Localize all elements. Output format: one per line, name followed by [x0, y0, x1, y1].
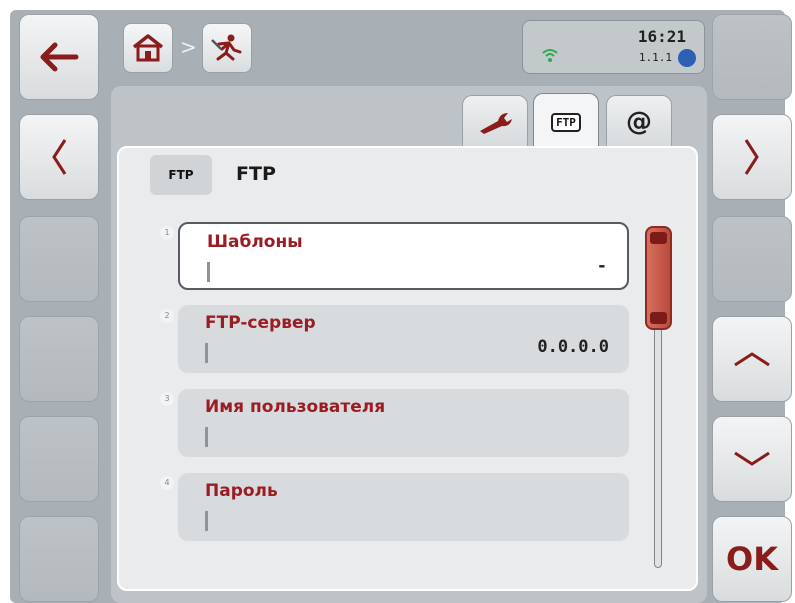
home-button[interactable] — [123, 23, 173, 73]
chevron-up-icon — [734, 352, 770, 367]
scroll-cap-down-icon — [650, 312, 667, 324]
softkey-left-3[interactable] — [19, 216, 99, 302]
next-tab-button[interactable] — [712, 114, 792, 200]
chevron-right-icon — [744, 139, 759, 175]
tab-ftp[interactable]: FTP — [533, 93, 599, 151]
scroll-up-button[interactable] — [712, 316, 792, 402]
ftp-badge: FTP — [168, 168, 194, 182]
ok-label: OK — [726, 540, 778, 578]
softkey-left-6[interactable] — [19, 516, 99, 602]
tab-email[interactable]: @ — [606, 95, 672, 147]
field-password[interactable]: Пароль — [178, 473, 629, 541]
softkey-right-1[interactable] — [712, 14, 792, 100]
ftp-icon: FTP — [551, 113, 581, 132]
breadcrumb-separator: > — [180, 35, 197, 59]
row-number: 1 — [160, 226, 174, 240]
field-ftp-server[interactable]: FTP-сервер 0.0.0.0 — [178, 305, 629, 373]
field-label: Имя пользователя — [205, 397, 386, 417]
scroll-down-button[interactable] — [712, 416, 792, 502]
row-number: 4 — [160, 476, 174, 490]
panel-header-icon: FTP — [150, 155, 212, 195]
row-number: 3 — [160, 392, 174, 406]
row-number: 2 — [160, 309, 174, 323]
at-icon: @ — [626, 106, 652, 137]
clock-time: 16:21 — [637, 27, 686, 46]
field-templates[interactable]: Шаблоны - — [178, 222, 629, 290]
softkey-right-3[interactable] — [712, 216, 792, 302]
field-value: - — [596, 256, 607, 276]
softkey-left-5[interactable] — [19, 416, 99, 502]
softkey-left-4[interactable] — [19, 316, 99, 402]
text-cursor — [207, 262, 210, 282]
version-text: 1.1.1 — [638, 51, 672, 64]
chevron-down-icon — [734, 451, 770, 466]
text-cursor — [205, 427, 208, 447]
breadcrumb-settings-button[interactable] — [202, 23, 252, 73]
info-icon — [678, 49, 696, 67]
scrollbar-thumb[interactable] — [645, 226, 672, 330]
chevron-left-icon — [52, 139, 67, 175]
arrow-left-icon — [40, 42, 79, 72]
ok-button[interactable]: OK — [712, 516, 792, 602]
tab-settings[interactable] — [462, 95, 528, 147]
field-value: 0.0.0.0 — [537, 337, 609, 357]
field-label: FTP-сервер — [205, 313, 316, 333]
field-label: Пароль — [205, 481, 278, 501]
back-button[interactable] — [19, 14, 99, 100]
text-cursor — [205, 511, 208, 531]
running-person-wrench-icon — [211, 34, 242, 61]
field-username[interactable]: Имя пользователя — [178, 389, 629, 457]
text-cursor — [205, 343, 208, 363]
page-title: FTP — [236, 163, 276, 185]
previous-tab-button[interactable] — [19, 114, 99, 200]
scroll-cap-up-icon — [650, 232, 667, 244]
field-label: Шаблоны — [207, 232, 303, 252]
wrench-icon — [480, 112, 512, 134]
status-box: 16:21 1.1.1 — [522, 20, 705, 74]
wifi-icon — [542, 49, 558, 62]
home-icon — [132, 34, 164, 62]
